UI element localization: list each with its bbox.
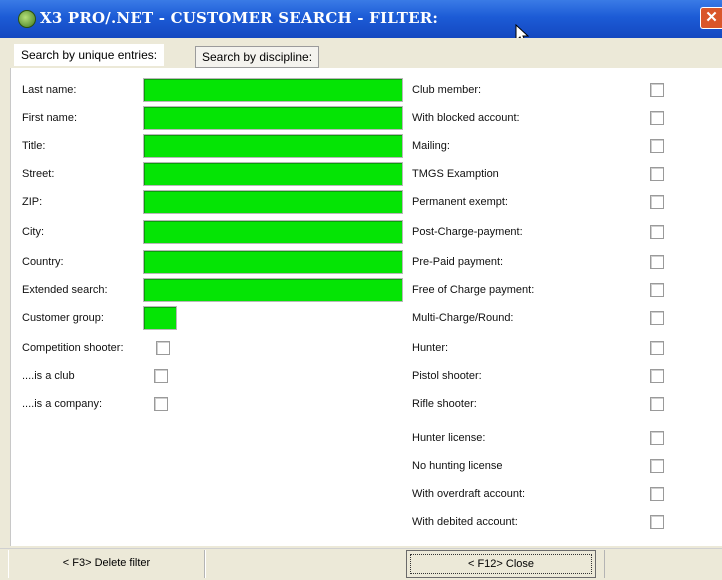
footer-separator xyxy=(205,550,405,578)
close-button[interactable]: < F12> Close xyxy=(406,550,596,578)
club-member-label: Club member: xyxy=(412,84,482,96)
permanent-exempt-label: Permanent exempt: xyxy=(412,196,508,208)
customer-group-input[interactable] xyxy=(143,306,177,330)
permanent-exempt-checkbox[interactable] xyxy=(650,195,664,209)
with-debited-account-label: With debited account: xyxy=(412,516,518,528)
with-overdraft-account-label: With overdraft account: xyxy=(412,488,526,500)
window-title: X3 PRO/.NET - CUSTOMER SEARCH - FILTER: xyxy=(40,9,439,27)
close-window-button[interactable]: ✕ xyxy=(700,7,722,29)
mailing-checkbox[interactable] xyxy=(650,139,664,153)
tab-discipline[interactable]: Search by discipline: xyxy=(195,46,320,68)
with-overdraft-account-checkbox[interactable] xyxy=(650,487,664,501)
post-charge-payment-label: Post-Charge-payment: xyxy=(412,226,523,238)
first-name-input[interactable] xyxy=(143,106,403,130)
no-hunting-license-label: No hunting license xyxy=(412,460,503,472)
multi-charge-round-label: Multi-Charge/Round: xyxy=(412,312,514,324)
pistol-shooter-label: Pistol shooter: xyxy=(412,370,482,382)
title-input[interactable] xyxy=(143,134,403,158)
hunter-license-label: Hunter license: xyxy=(412,432,486,444)
is-a-company-label: ....is a company: xyxy=(22,398,103,410)
tmgs-examption-label: TMGS Examption xyxy=(412,168,499,180)
zip-label: ZIP: xyxy=(22,196,43,208)
first-name-label: First name: xyxy=(22,112,78,124)
pistol-shooter-checkbox[interactable] xyxy=(650,369,664,383)
tab-unique-entries[interactable]: Search by unique entries: xyxy=(14,44,165,66)
last-name-input[interactable] xyxy=(143,78,403,102)
free-of-charge-payment-label: Free of Charge payment: xyxy=(412,284,535,296)
extended-search-label: Extended search: xyxy=(22,284,108,296)
is-a-company-checkbox[interactable] xyxy=(154,397,168,411)
is-a-club-checkbox[interactable] xyxy=(154,369,168,383)
hunter-checkbox[interactable] xyxy=(650,341,664,355)
no-hunting-license-checkbox[interactable] xyxy=(650,459,664,473)
extended-search-input[interactable] xyxy=(143,278,403,302)
pre-paid-payment-checkbox[interactable] xyxy=(650,255,664,269)
mailing-label: Mailing: xyxy=(412,140,450,152)
is-a-club-label: ....is a club xyxy=(22,370,75,382)
title-label: Title: xyxy=(22,140,46,152)
city-input[interactable] xyxy=(143,220,403,244)
country-label: Country: xyxy=(22,256,64,268)
free-of-charge-payment-checkbox[interactable] xyxy=(650,283,664,297)
pre-paid-payment-label: Pre-Paid payment: xyxy=(412,256,504,268)
rifle-shooter-checkbox[interactable] xyxy=(650,397,664,411)
last-name-label: Last name: xyxy=(22,84,77,96)
competition-shooter-label: Competition shooter: xyxy=(22,342,124,354)
customer-group-label: Customer group: xyxy=(22,312,104,324)
with-blocked-account-checkbox[interactable] xyxy=(650,111,664,125)
with-debited-account-checkbox[interactable] xyxy=(650,515,664,529)
city-label: City: xyxy=(22,226,44,238)
zip-input[interactable] xyxy=(143,190,403,214)
title-bar[interactable]: X3 PRO/.NET - CUSTOMER SEARCH - FILTER: … xyxy=(0,0,722,38)
street-label: Street: xyxy=(22,168,55,180)
with-blocked-account-label: With blocked account: xyxy=(412,112,520,124)
street-input[interactable] xyxy=(143,162,403,186)
post-charge-payment-checkbox[interactable] xyxy=(650,225,664,239)
app-icon xyxy=(18,10,36,28)
delete-filter-button[interactable]: < F3> Delete filter xyxy=(8,550,205,578)
tmgs-examption-checkbox[interactable] xyxy=(650,167,664,181)
country-input[interactable] xyxy=(143,250,403,274)
close-button-label: < F12> Close xyxy=(410,554,592,574)
club-member-checkbox[interactable] xyxy=(650,83,664,97)
footer-spacer xyxy=(604,550,722,578)
competition-shooter-checkbox[interactable] xyxy=(156,341,170,355)
multi-charge-round-checkbox[interactable] xyxy=(650,311,664,325)
rifle-shooter-label: Rifle shooter: xyxy=(412,398,477,410)
hunter-license-checkbox[interactable] xyxy=(650,431,664,445)
hunter-label: Hunter: xyxy=(412,342,449,354)
